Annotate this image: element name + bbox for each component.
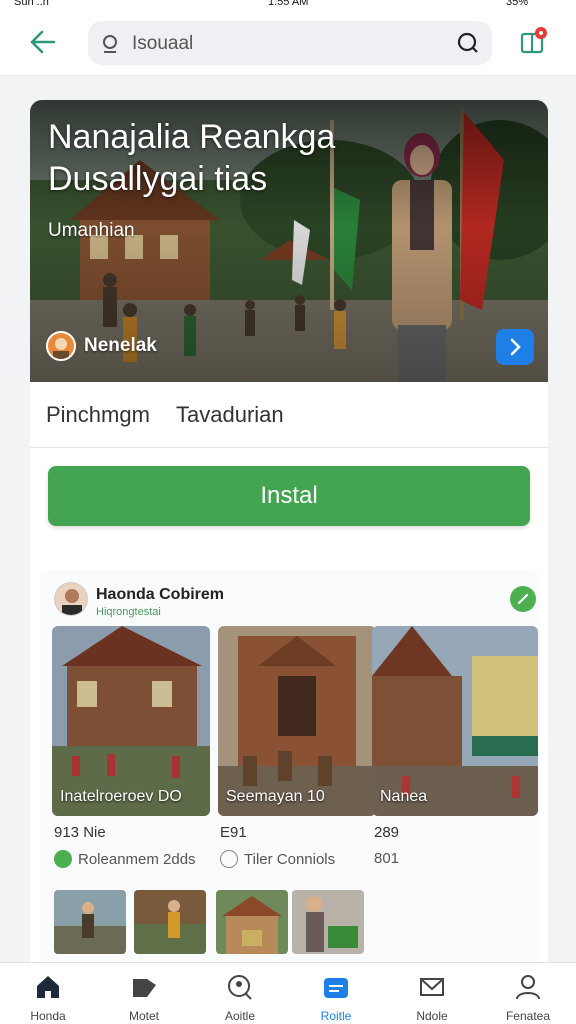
thumbnail[interactable] [134,890,206,954]
search-input[interactable]: Isouaal [132,33,193,55]
status-bar: Sun ..n 1:55 AM 35% [0,0,576,10]
nav-item-store[interactable]: Motet [96,963,192,1024]
app-card: Nanajalia Reankga Dusallygai tias Umanhi… [30,100,548,980]
hero-subtitle: Umanhian [48,220,135,241]
photo-caption: Seemayan 10 [226,788,325,805]
tab-second[interactable]: Tavadurian [176,402,284,428]
photo-meta-text: Tiler Conniols [244,850,336,868]
home-icon [37,976,59,998]
gallery-photo[interactable]: Inatelroeroev DO [52,626,210,816]
gallery-more-button[interactable] [510,586,536,612]
nav-item-search[interactable]: Aoitle [192,963,288,1024]
thumbnail[interactable] [54,890,126,954]
hero-next-button[interactable] [496,329,534,365]
thumbnail[interactable] [292,890,364,954]
tab-row: Pinchmgm Tavadurian [30,382,548,448]
photo-stat: 289 [374,824,400,841]
clock: 1:55 AM [268,0,309,8]
gallery-header: Haonda Cobirem Hiqrongtestai [52,582,536,626]
gallery-photo[interactable]: Seemayan 10 [218,626,376,816]
search-icon [103,35,117,53]
nav-item-inbox[interactable]: Ndole [384,963,480,1024]
gallery-subtitle: Hiqrongtestai [96,606,161,618]
gallery-section: Haonda Cobirem Hiqrongtestai Inatelroero… [40,570,540,980]
gallery-avatar [54,582,88,616]
author-avatar [46,331,76,361]
photo-meta: Roleanmem 2dds [54,850,196,868]
profile-icon [516,975,540,1000]
author-name: Nenelak [84,335,157,356]
arrow-icon [517,593,529,605]
leaf-icon [54,850,72,868]
nav-item-home[interactable]: Honda [0,963,96,1024]
chevron-right-icon [510,338,521,356]
photo-caption: Nanea [380,788,428,805]
back-arrow-icon [30,30,56,54]
bottom-nav: Honda Motet Aoitle Roitle Ndole Fenatea [0,962,576,1024]
badge-icon [220,850,238,868]
nav-label: Aoitle [224,1009,256,1023]
nav-item-apps[interactable]: Roitle [288,963,384,1024]
photo-meta-text: Roleanmem 2dds [78,850,196,868]
gallery-photo[interactable]: Nanea [372,626,538,816]
top-bar: Isouaal [0,10,576,76]
tab-first[interactable]: Pinchmgm [46,402,150,428]
hero-banner[interactable]: Nanajalia Reankga Dusallygai tias Umanhi… [30,100,548,382]
hero-author[interactable]: Nenelak [46,330,157,362]
hero-title: Nanajalia Reankga Dusallygai tias [48,118,336,198]
photo-stat: E91 [220,824,247,841]
photo-caption: Inatelroeroev DO [60,788,182,805]
nav-label: Fenatea [505,1009,551,1023]
carrier-text: Sun ..n [14,0,49,8]
photo-meta: Tiler Conniols [220,850,335,868]
inbox-icon [420,978,444,996]
nav-item-profile[interactable]: Fenatea [480,963,576,1024]
photo-meta: 801 [374,850,399,867]
nav-label: Motet [128,1009,159,1023]
nav-label: Ndole [416,1009,448,1023]
nav-label: Honda [30,1009,66,1023]
store-icon [133,979,156,997]
thumbnail[interactable] [216,890,288,954]
back-button[interactable] [24,24,64,60]
search-bar[interactable]: Isouaal [88,21,492,65]
install-button[interactable]: Instal [48,466,530,526]
share-button[interactable] [516,24,550,60]
battery-text: 35% [506,0,529,8]
photo-stat: 913 Nie [54,824,106,841]
apps-icon [324,978,348,998]
photo-meta-text: 801 [374,850,400,867]
nav-label: Roitle [320,1009,352,1023]
magnifier-icon[interactable] [456,31,480,55]
share-icon [520,27,547,54]
search-person-icon [228,975,252,1000]
gallery-title: Haonda Cobirem [96,586,225,603]
